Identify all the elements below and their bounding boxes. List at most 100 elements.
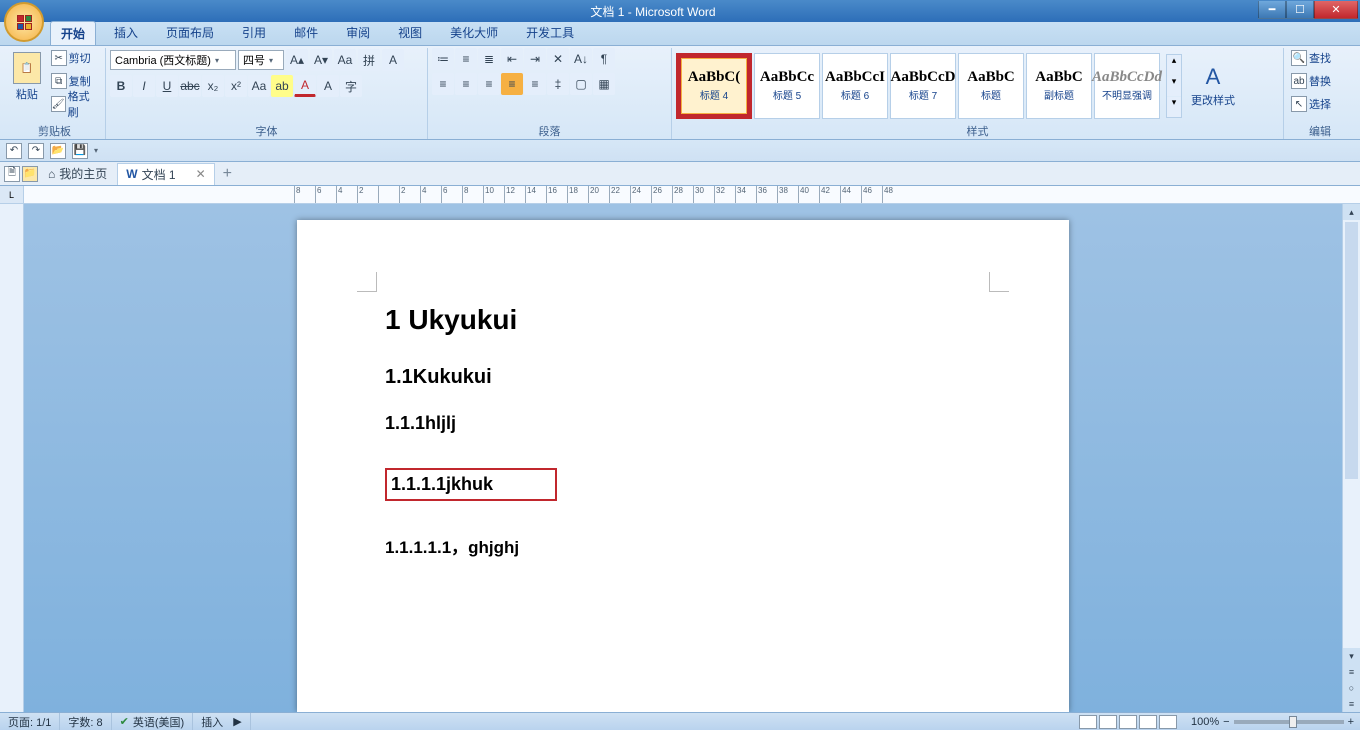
zoom-thumb[interactable]: [1289, 716, 1297, 728]
undo-button[interactable]: ↶: [6, 143, 22, 159]
shrink-font-button[interactable]: A▾: [310, 49, 332, 71]
style-item-标题[interactable]: AaBbC标题: [958, 53, 1024, 119]
show-marks-button[interactable]: ¶: [593, 48, 615, 70]
next-page-button[interactable]: ≡: [1343, 696, 1360, 712]
heading-5[interactable]: 1.1.1.1.1，ghjghj: [385, 533, 993, 558]
change-case-button[interactable]: Aa: [248, 75, 270, 97]
font-color-button[interactable]: A: [294, 75, 316, 97]
qat-customize-button[interactable]: ▾: [94, 146, 98, 155]
char-shading-button[interactable]: A: [317, 75, 339, 97]
view-full-reading[interactable]: [1099, 715, 1117, 729]
redo-button[interactable]: ↷: [28, 143, 44, 159]
style-item-标题5[interactable]: AaBbCc标题 5: [754, 53, 820, 119]
scroll-down-button[interactable]: ▾: [1343, 648, 1360, 664]
zoom-out-button[interactable]: −: [1223, 716, 1229, 728]
qat-open-button[interactable]: 📂: [50, 143, 66, 159]
shading-button[interactable]: ▢: [570, 73, 592, 95]
ribbon-tab-视图[interactable]: 视图: [388, 21, 432, 45]
highlight-button[interactable]: ab: [271, 75, 293, 97]
style-item-标题4[interactable]: AaBbC(标题 4: [681, 58, 747, 114]
ribbon-tab-审阅[interactable]: 审阅: [336, 21, 380, 45]
ribbon-tab-引用[interactable]: 引用: [232, 21, 276, 45]
minimize-button[interactable]: ━: [1258, 1, 1286, 19]
sort-button[interactable]: A↓: [570, 48, 592, 70]
decrease-indent-button[interactable]: ⇤: [501, 48, 523, 70]
zoom-slider[interactable]: [1234, 720, 1344, 724]
ribbon-tab-插入[interactable]: 插入: [104, 21, 148, 45]
align-left-button[interactable]: ≡: [432, 73, 454, 95]
font-size-combo[interactable]: 四号▾: [238, 50, 284, 70]
new-tab-button[interactable]: +: [217, 165, 238, 183]
clear-format-button[interactable]: Aa: [334, 49, 356, 71]
paste-button[interactable]: 📋 粘贴: [8, 48, 46, 106]
heading-3[interactable]: 1.1.1hljlj: [385, 413, 993, 434]
align-right-button[interactable]: ≡: [478, 73, 500, 95]
zoom-in-button[interactable]: +: [1348, 716, 1354, 728]
char-border-button[interactable]: A: [382, 49, 404, 71]
cut-button[interactable]: ✂剪切: [48, 48, 101, 68]
view-print-layout[interactable]: [1079, 715, 1097, 729]
tab-document-1[interactable]: W文档 1✕: [117, 163, 214, 185]
status-language[interactable]: ✔英语(美国): [112, 713, 194, 730]
distribute-button[interactable]: ≡: [524, 73, 546, 95]
heading-1[interactable]: 1 Ukyukui: [385, 304, 993, 336]
text-direction-button[interactable]: ✕: [547, 48, 569, 70]
change-styles-button[interactable]: A 更改样式: [1188, 60, 1238, 112]
view-web-layout[interactable]: [1119, 715, 1137, 729]
heading-4[interactable]: 1.1.1.1jkhuk: [385, 468, 557, 501]
ribbon-tab-页面布局[interactable]: 页面布局: [156, 21, 224, 45]
close-tab-icon[interactable]: ✕: [196, 167, 206, 181]
bold-button[interactable]: B: [110, 75, 132, 97]
subscript-button[interactable]: x₂: [202, 75, 224, 97]
replace-button[interactable]: ab替换: [1288, 71, 1334, 91]
italic-button[interactable]: I: [133, 75, 155, 97]
scroll-thumb[interactable]: [1345, 222, 1358, 479]
select-button[interactable]: ↖选择: [1288, 94, 1334, 114]
status-page[interactable]: 页面: 1/1: [0, 713, 60, 730]
browse-object-button[interactable]: ○: [1343, 680, 1360, 696]
new-doc-icon[interactable]: 🗎: [4, 166, 20, 182]
tab-home[interactable]: ⌂我的主页: [40, 163, 115, 184]
document-canvas[interactable]: 1 Ukyukui 1.1Kukukui 1.1.1hljlj 1.1.1.1j…: [24, 204, 1342, 712]
zoom-value[interactable]: 100%: [1191, 716, 1219, 728]
multilevel-button[interactable]: ≣: [478, 48, 500, 70]
align-center-button[interactable]: ≡: [455, 73, 477, 95]
close-button[interactable]: ✕: [1314, 1, 1358, 19]
justify-button[interactable]: ≡: [501, 73, 523, 95]
format-painter-button[interactable]: 🖌格式刷: [48, 94, 101, 114]
status-word-count[interactable]: 字数: 8: [60, 713, 111, 730]
view-outline[interactable]: [1139, 715, 1157, 729]
line-spacing-button[interactable]: ‡: [547, 73, 569, 95]
prev-page-button[interactable]: ≡: [1343, 664, 1360, 680]
grow-font-button[interactable]: A▴: [286, 49, 308, 71]
find-button[interactable]: 🔍查找: [1288, 48, 1334, 68]
status-insert-mode[interactable]: 插入▶: [193, 713, 250, 730]
gallery-more-button[interactable]: ▾: [1167, 97, 1181, 117]
increase-indent-button[interactable]: ⇥: [524, 48, 546, 70]
gallery-up-button[interactable]: ▴: [1167, 55, 1181, 75]
heading-2[interactable]: 1.1Kukukui: [385, 366, 993, 389]
view-draft[interactable]: [1159, 715, 1177, 729]
style-item-不明显强调[interactable]: AaBbCcDd不明显强调: [1094, 53, 1160, 119]
style-item-标题7[interactable]: AaBbCcD标题 7: [890, 53, 956, 119]
style-gallery[interactable]: AaBbC(标题 4AaBbCc标题 5AaBbCcI标题 6AaBbCcD标题…: [676, 53, 1160, 119]
borders-button[interactable]: ▦: [593, 73, 615, 95]
qat-save-button[interactable]: 💾: [72, 143, 88, 159]
open-folder-icon[interactable]: 📁: [22, 166, 38, 182]
ribbon-tab-邮件[interactable]: 邮件: [284, 21, 328, 45]
style-item-副标题[interactable]: AaBbC副标题: [1026, 53, 1092, 119]
tab-selector[interactable]: L: [0, 186, 24, 203]
scroll-up-button[interactable]: ▴: [1343, 204, 1360, 220]
phonetic-guide-button[interactable]: 拼: [358, 49, 380, 71]
numbering-button[interactable]: ≡: [455, 48, 477, 70]
office-button[interactable]: [4, 2, 44, 42]
gallery-down-button[interactable]: ▾: [1167, 76, 1181, 96]
vertical-scrollbar[interactable]: ▴ ▾ ≡ ○ ≡: [1342, 204, 1360, 712]
underline-button[interactable]: U: [156, 75, 178, 97]
ribbon-tab-开发工具[interactable]: 开发工具: [516, 21, 584, 45]
font-name-combo[interactable]: Cambria (西文标题)▾: [110, 50, 236, 70]
ribbon-tab-美化大师[interactable]: 美化大师: [440, 21, 508, 45]
bullets-button[interactable]: ≔: [432, 48, 454, 70]
horizontal-ruler[interactable]: L 86422468101214161820222426283032343638…: [0, 186, 1360, 204]
ribbon-tab-开始[interactable]: 开始: [50, 21, 96, 45]
